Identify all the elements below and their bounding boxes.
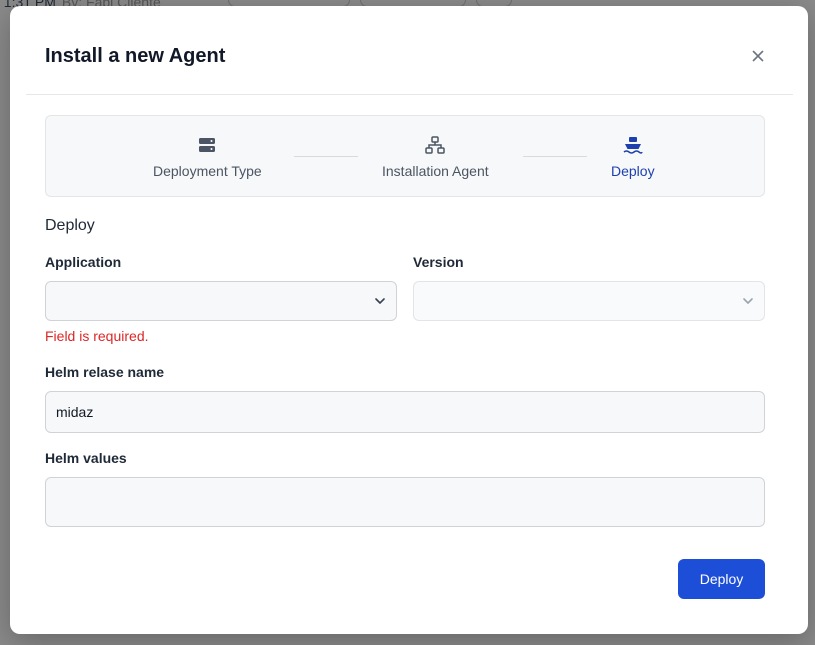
helm-values-input[interactable] — [45, 477, 765, 527]
step-label: Deployment Type — [153, 163, 262, 179]
step-connector — [294, 156, 358, 157]
step-installation-agent[interactable]: Installation Agent — [382, 136, 489, 179]
step-label: Installation Agent — [382, 163, 489, 179]
close-button[interactable] — [748, 46, 768, 66]
server-icon — [198, 136, 216, 154]
close-icon — [752, 50, 764, 62]
chevron-down-icon — [743, 298, 753, 304]
step-deployment-type[interactable]: Deployment Type — [153, 136, 262, 179]
install-agent-modal: Install a new Agent Deployment Type Inst… — [10, 6, 808, 634]
section-title: Deploy — [45, 217, 95, 234]
step-deploy[interactable]: Deploy — [611, 136, 655, 179]
helm-values-label: Helm values — [45, 450, 127, 466]
modal-title: Install a new Agent — [45, 45, 226, 67]
step-label: Deploy — [611, 163, 655, 179]
header-divider — [26, 94, 793, 95]
stepper: Deployment Type Installation Agent Deplo… — [45, 115, 765, 197]
network-icon — [425, 136, 446, 154]
step-connector — [523, 156, 587, 157]
deploy-button[interactable]: Deploy — [678, 559, 765, 599]
ship-icon — [623, 136, 643, 154]
chevron-down-icon — [375, 298, 385, 304]
version-label: Version — [413, 254, 464, 270]
helm-release-label: Helm relase name — [45, 364, 165, 380]
application-label: Application — [45, 254, 122, 270]
application-error: Field is required. — [45, 328, 149, 344]
helm-release-input[interactable] — [45, 391, 765, 433]
version-select[interactable] — [413, 281, 765, 321]
application-select[interactable] — [45, 281, 397, 321]
